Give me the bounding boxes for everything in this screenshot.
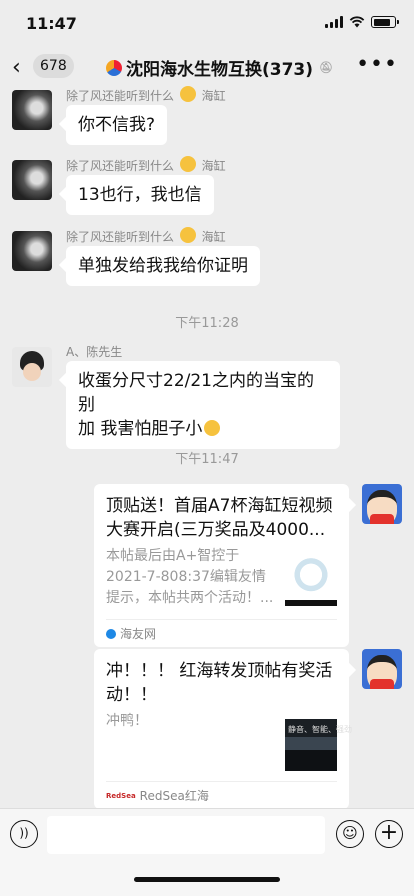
link-card[interactable]: 冲！！！ 红海转发顶帖有奖活动！！ 冲鸭！ 静音、智能、强劲 RedSea Re…: [94, 649, 352, 809]
status-bar: 11:47: [0, 0, 414, 48]
more-dots-icon: •••: [356, 52, 398, 77]
voice-button[interactable]: )): [10, 820, 38, 848]
battery-icon: [371, 16, 399, 28]
status-time: 11:47: [26, 14, 77, 33]
card-title: 冲！！！ 红海转发顶帖有奖活动！！: [106, 661, 333, 705]
message-bubble[interactable]: 13也行，我也信: [66, 175, 214, 215]
back-button[interactable]: ‹: [12, 55, 21, 80]
emoji-icon: [179, 86, 196, 102]
avatar[interactable]: [12, 231, 52, 271]
sender-name: 除了风还能听到什么 海缸: [66, 227, 226, 245]
avatar[interactable]: [12, 160, 52, 200]
sender-name: 除了风还能听到什么 海缸: [66, 156, 226, 174]
sender-name: A、陈先生: [66, 345, 123, 359]
card-source: RedSea RedSea红海: [106, 781, 337, 809]
avatar-self[interactable]: [362, 649, 402, 689]
unread-badge[interactable]: 678: [33, 54, 74, 78]
sender-name: 除了风还能听到什么 海缸: [66, 86, 226, 104]
card-title: 顶贴送！首届A7杯海缸短视频大赛开启(三万奖品及4000...: [106, 496, 333, 540]
card-description: 本帖最后由A+智控于2021-7-808:37编辑友情提示，本帖共两个活动！..…: [106, 548, 274, 606]
source-logo-icon: RedSea: [106, 791, 136, 800]
avatar[interactable]: [12, 90, 52, 130]
signal-icon: [325, 16, 343, 28]
card-thumbnail: 静音、智能、强劲: [285, 719, 352, 771]
link-card[interactable]: 顶贴送！首届A7杯海缸短视频大赛开启(三万奖品及4000... 本帖最后由A+智…: [94, 484, 349, 647]
chat-header: ‹ 678 沈阳海水生物互换(373) 🔕︎ •••: [0, 48, 414, 86]
flushed-face-emoji-icon: [204, 420, 221, 436]
more-button[interactable]: •••: [356, 52, 398, 77]
message-bubble[interactable]: 你不信我?: [66, 105, 168, 145]
status-icons: [325, 16, 399, 28]
emoji-icon: [179, 156, 196, 172]
emoji-icon: [179, 227, 196, 243]
input-bar: )) ☺︎ +: [0, 808, 414, 896]
message-input[interactable]: [47, 816, 325, 854]
emoji-icon: ☺︎: [342, 824, 358, 842]
chat-title-text: 沈阳海水生物互换(373): [126, 60, 314, 80]
home-indicator: [134, 877, 280, 882]
plus-icon: +: [379, 820, 399, 845]
timestamp: 下午11:47: [175, 452, 239, 467]
chat-title: 沈阳海水生物互换(373) 🔕︎: [106, 55, 333, 80]
group-logo-icon: [106, 59, 122, 76]
emoji-button[interactable]: ☺︎: [336, 820, 364, 848]
message-bubble[interactable]: 单独发给我我给你证明: [66, 246, 260, 286]
card-source: 海友网: [106, 619, 337, 647]
wifi-icon: [349, 16, 365, 28]
avatar[interactable]: [12, 347, 52, 387]
message-bubble[interactable]: 收蛋分尺寸22/21之内的当宝的别 加 我害怕胆子小: [66, 361, 340, 449]
chevron-left-icon: ‹: [12, 55, 21, 80]
source-logo-icon: [106, 628, 116, 639]
card-thumbnail: [285, 554, 337, 606]
voice-icon: )): [19, 826, 29, 840]
card-description: 冲鸭！: [106, 713, 148, 729]
plus-button[interactable]: +: [375, 820, 403, 848]
mute-bell-icon: 🔕︎: [319, 61, 333, 74]
timestamp: 下午11:28: [175, 316, 239, 331]
avatar-self[interactable]: [362, 484, 402, 524]
